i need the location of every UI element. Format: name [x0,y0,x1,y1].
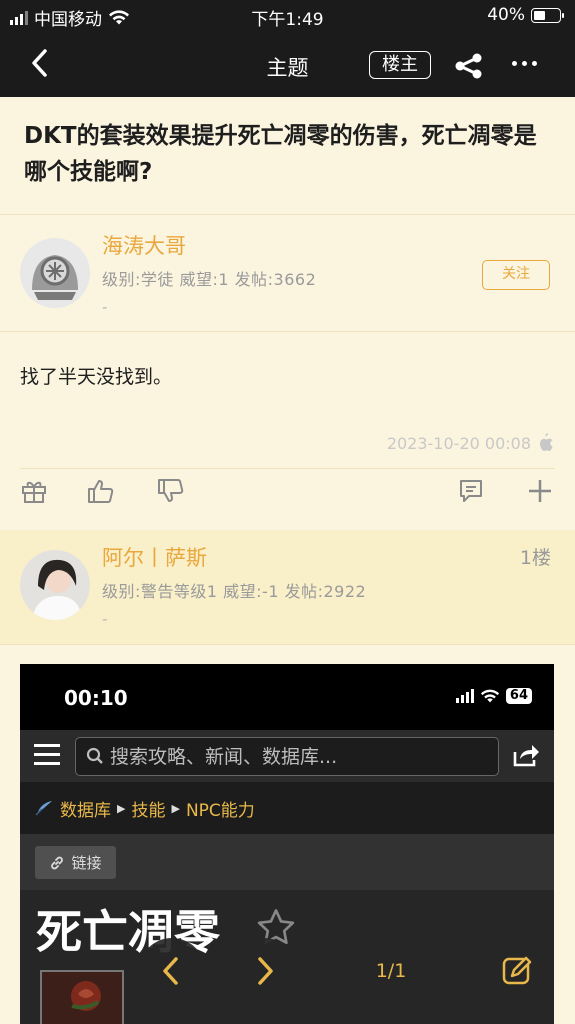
feather-icon [35,801,52,816]
breadcrumb-item[interactable]: 数据库 [60,796,111,821]
op-only-button[interactable]: 楼主 [369,51,431,79]
screenshot-breadcrumb: 数据库 ▶ 技能 ▶ NPC能力 [20,782,554,834]
floor-number: 1楼 [519,547,551,569]
screenshot-battery: 64 [505,688,532,704]
share-button[interactable] [454,53,484,83]
gift-button[interactable] [21,478,47,508]
reply-author-meta: 级别:警告等级1 威望:-1 发帖:2922 [102,582,367,601]
post-title: DKT的套装效果提升死亡凋零的伤害，死亡凋零是哪个技能啊? [24,123,537,185]
divider [0,214,575,215]
skill-icon [40,970,124,1024]
screenshot-share-button[interactable] [512,742,540,772]
post-body: 找了半天没找到。 [20,366,173,388]
avatar[interactable] [20,238,90,308]
nav-bar: 主题 楼主 [0,32,575,97]
link-label: 链接 [71,854,102,872]
thumbs-down-icon [158,479,184,502]
comment-icon [460,480,482,502]
share-icon [455,53,482,79]
post-actions [0,478,575,518]
top-bar: 中国移动 下午1:49 40% 主题 楼主 [0,0,575,97]
rose-icon [71,981,101,1011]
page-title: 主题 [266,56,309,80]
screenshot-status-bar: 00:10 64 [20,664,554,730]
screenshot-search-bar [20,730,554,782]
screenshot-status-right: 64 [455,688,532,704]
gift-icon [22,481,46,503]
menu-icon[interactable] [34,744,60,771]
page-indicator[interactable]: 1/1 [323,938,459,1004]
chevron-right-icon [258,957,273,985]
edit-button[interactable] [484,938,550,1004]
add-button[interactable] [527,478,553,508]
search-icon [86,747,103,764]
plus-icon [529,480,551,502]
thumbs-up-icon [88,480,114,503]
dislike-button[interactable] [157,478,185,508]
link-button[interactable]: 链接 [35,846,116,879]
status-right: 40% [487,5,564,25]
breadcrumb-separator-icon: ▶ [171,801,180,815]
author-dash: - [102,298,108,316]
reply-author-name[interactable]: 阿尔丨萨斯 [102,542,207,572]
reply-author-dash: - [102,610,108,628]
follow-button[interactable]: 关注 [482,260,550,290]
battery-icon [531,7,564,23]
diving-helmet-icon [20,238,90,308]
screenshot-search-box[interactable] [75,737,499,776]
comment-button[interactable] [458,478,484,508]
more-button[interactable] [512,61,537,66]
breadcrumb-separator-icon: ▶ [117,801,126,815]
chevron-left-icon [163,957,178,985]
signal-icon [455,689,474,703]
prev-page-button[interactable] [139,938,205,1004]
breadcrumb-item[interactable]: 技能 [131,796,165,821]
screenshot-time: 00:10 [64,686,128,710]
divider [0,644,575,645]
wifi-icon [480,689,499,702]
share-export-icon [513,745,539,767]
author-meta: 级别:学徒 威望:1 发帖:3662 [102,270,317,289]
apple-icon [537,433,553,456]
like-button[interactable] [87,478,115,508]
divider [0,331,575,332]
breadcrumb-item[interactable]: NPC能力 [186,796,255,821]
post-timestamp: 2023-10-20 00:08 [386,434,531,453]
divider [20,468,555,469]
search-input[interactable] [110,743,490,771]
edit-icon [502,956,532,985]
status-bar: 中国移动 下午1:49 40% [0,0,575,32]
link-icon [51,856,64,869]
reply-avatar[interactable] [20,550,90,620]
next-page-button[interactable] [231,938,297,1004]
author-name[interactable]: 海涛大哥 [102,230,186,260]
battery-percent: 40% [487,5,525,25]
user-photo-icon [20,550,90,620]
